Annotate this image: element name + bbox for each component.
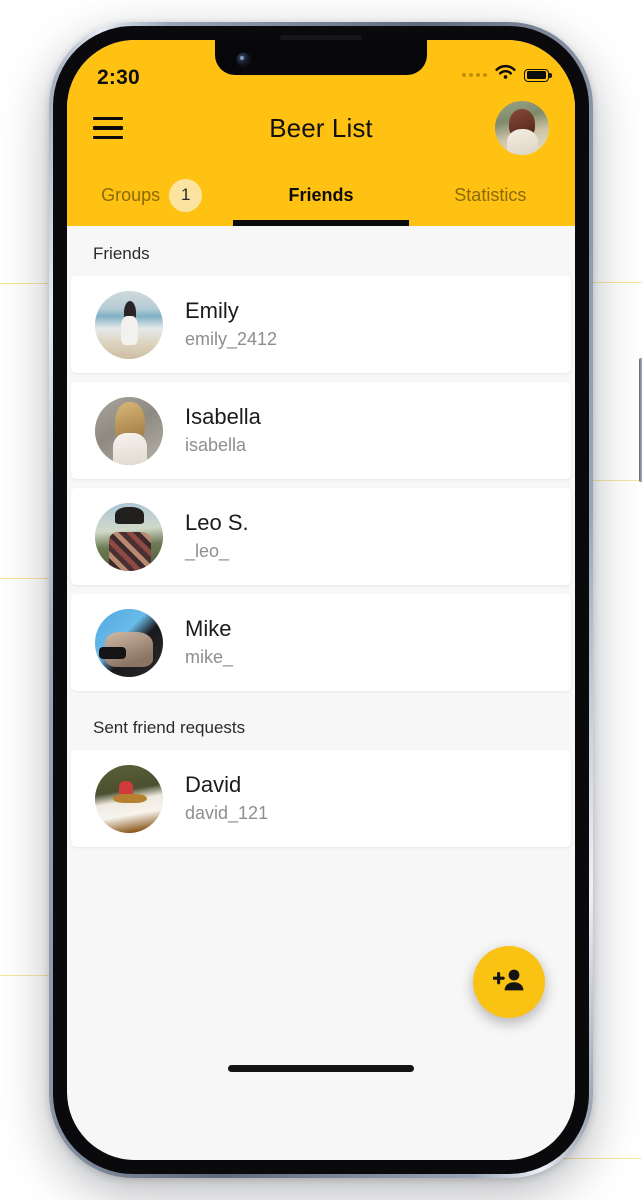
leo-avatar xyxy=(95,502,163,571)
friend-username: isabella xyxy=(185,434,247,455)
tab-label: Groups xyxy=(101,184,161,205)
groups-count-badge: 1 xyxy=(169,178,203,212)
signal-dots-icon xyxy=(462,73,487,77)
wifi-icon xyxy=(494,64,517,86)
display-notch xyxy=(215,40,427,75)
list-item-text: Emily emily_2412 xyxy=(185,298,277,351)
list-item[interactable]: Isabella isabella xyxy=(71,382,571,479)
list-item[interactable]: Emily emily_2412 xyxy=(71,276,571,373)
list-item-text: Isabella isabella xyxy=(185,404,261,457)
status-bar-clock: 2:30 xyxy=(97,66,140,89)
friend-name: David xyxy=(185,771,242,797)
list-item-text: Leo S. _leo_ xyxy=(185,510,249,563)
section-header-sent-requests: Sent friend requests xyxy=(93,718,246,737)
isabella-avatar xyxy=(95,396,163,465)
tab-label: Friends xyxy=(288,184,354,205)
friend-username: emily_2412 xyxy=(185,328,278,349)
friend-username: _leo_ xyxy=(185,540,230,561)
battery-full-icon xyxy=(524,68,552,82)
phone-bezel: 2:30 Beer List Groups 1 Friends Statisti… xyxy=(53,26,589,1174)
front-camera-icon xyxy=(237,53,250,66)
friend-name: Leo S. xyxy=(185,509,249,535)
friends-list-content: Friends Emily emily_2412 Isabella isabel… xyxy=(67,226,575,1084)
tab-bar: Groups 1 Friends Statistics xyxy=(67,164,575,226)
tab-friends[interactable]: Friends xyxy=(232,164,409,226)
list-item-text: Mike mike_ xyxy=(185,616,233,669)
mike-avatar xyxy=(95,608,163,677)
phone-device-frame: 2:30 Beer List Groups 1 Friends Statisti… xyxy=(49,22,642,1178)
home-indicator xyxy=(228,1065,414,1072)
emily-avatar xyxy=(95,290,163,359)
friend-name: Mike xyxy=(185,615,232,641)
friend-username: david_121 xyxy=(185,802,269,823)
app-nav-bar: Beer List xyxy=(67,92,575,164)
status-bar-indicators xyxy=(462,64,552,86)
alignment-guide xyxy=(550,1158,642,1159)
person-add-icon xyxy=(492,967,525,998)
list-item[interactable]: Leo S. _leo_ xyxy=(71,488,571,585)
section-header-friends: Friends xyxy=(93,244,150,263)
user-profile-avatar[interactable] xyxy=(495,101,549,155)
david-avatar xyxy=(95,764,163,833)
add-friend-button[interactable] xyxy=(473,946,545,1018)
list-item-text: David david_121 xyxy=(185,772,268,825)
friend-name: Isabella xyxy=(185,403,261,429)
friend-username: mike_ xyxy=(185,646,234,667)
list-item[interactable]: David david_121 xyxy=(71,750,571,847)
tab-label: Statistics xyxy=(454,184,527,205)
hamburger-menu-icon[interactable] xyxy=(93,117,123,139)
list-item[interactable]: Mike mike_ xyxy=(71,594,571,691)
phone-screen: 2:30 Beer List Groups 1 Friends Statisti… xyxy=(67,40,575,1160)
tab-groups[interactable]: Groups 1 xyxy=(67,164,236,226)
tab-statistics[interactable]: Statistics xyxy=(406,164,575,226)
avatar-image xyxy=(495,101,549,155)
speaker-grille xyxy=(280,35,362,40)
friend-name: Emily xyxy=(185,297,239,323)
